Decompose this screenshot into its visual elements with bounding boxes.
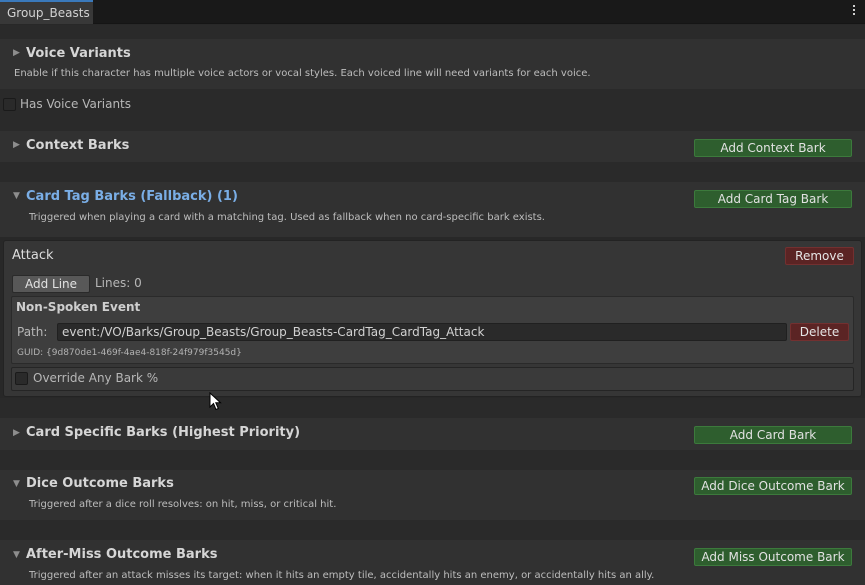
collapsed-arrow-icon[interactable]: ▶ [13, 428, 20, 438]
card-tag-barks-title[interactable]: Card Tag Barks (Fallback) (1) [26, 189, 238, 204]
add-miss-outcome-bark-button[interactable]: Add Miss Outcome Bark [694, 548, 852, 566]
event-path-field[interactable]: event:/VO/Barks/Group_Beasts/Group_Beast… [57, 323, 787, 341]
spacer [0, 398, 865, 418]
path-label: Path: [17, 325, 48, 339]
lines-count: Lines: 0 [95, 276, 142, 290]
spacer [0, 450, 865, 470]
expanded-arrow-icon[interactable]: ▼ [13, 550, 20, 560]
attack-entry-name: Attack [12, 248, 54, 263]
has-voice-variants-label: Has Voice Variants [20, 97, 132, 111]
voice-variants-title[interactable]: Voice Variants [26, 46, 131, 61]
expanded-arrow-icon[interactable]: ▼ [13, 479, 20, 489]
dice-outcome-barks-title[interactable]: Dice Outcome Barks [26, 476, 174, 491]
kebab-menu-icon[interactable] [853, 5, 857, 17]
override-any-bark-checkbox[interactable] [15, 372, 28, 385]
override-any-bark-label: Override Any Bark % [33, 371, 159, 385]
collapsed-arrow-icon[interactable]: ▶ [13, 140, 20, 150]
card-specific-barks-title[interactable]: Card Specific Barks (Highest Priority) [26, 425, 300, 440]
spacer [0, 162, 865, 182]
guid-text: GUID: {9d870de1-469f-4ae4-818f-24f979f35… [17, 348, 242, 358]
tab-label: Group_Beasts [7, 6, 90, 20]
after-miss-barks-description: Triggered after an attack misses its tar… [29, 570, 655, 581]
add-context-bark-button[interactable]: Add Context Bark [694, 139, 852, 157]
voice-variants-description: Enable if this character has multiple vo… [14, 68, 591, 79]
expanded-arrow-icon[interactable]: ▼ [13, 191, 20, 201]
tab-group-beasts[interactable]: Group_Beasts [0, 0, 93, 24]
remove-button[interactable]: Remove [785, 247, 854, 265]
collapsed-arrow-icon[interactable]: ▶ [13, 48, 20, 58]
card-tag-barks-description: Triggered when playing a card with a mat… [29, 212, 545, 223]
dice-outcome-barks-description: Triggered after a dice roll resolves: on… [29, 499, 337, 510]
tab-bar: Group_Beasts [0, 0, 865, 24]
add-card-tag-bark-button[interactable]: Add Card Tag Bark [694, 190, 852, 208]
delete-button[interactable]: Delete [790, 323, 849, 341]
add-line-button[interactable]: Add Line [12, 275, 90, 293]
spacer [0, 520, 865, 540]
has-voice-variants-checkbox[interactable] [3, 98, 16, 111]
add-card-bark-button[interactable]: Add Card Bark [694, 426, 852, 444]
after-miss-barks-title[interactable]: After-Miss Outcome Barks [26, 547, 217, 562]
non-spoken-event-title: Non-Spoken Event [16, 300, 141, 314]
mouse-cursor-icon [209, 392, 222, 411]
context-barks-title[interactable]: Context Barks [26, 138, 129, 153]
spacer [0, 25, 865, 39]
add-dice-outcome-bark-button[interactable]: Add Dice Outcome Bark [694, 477, 852, 495]
